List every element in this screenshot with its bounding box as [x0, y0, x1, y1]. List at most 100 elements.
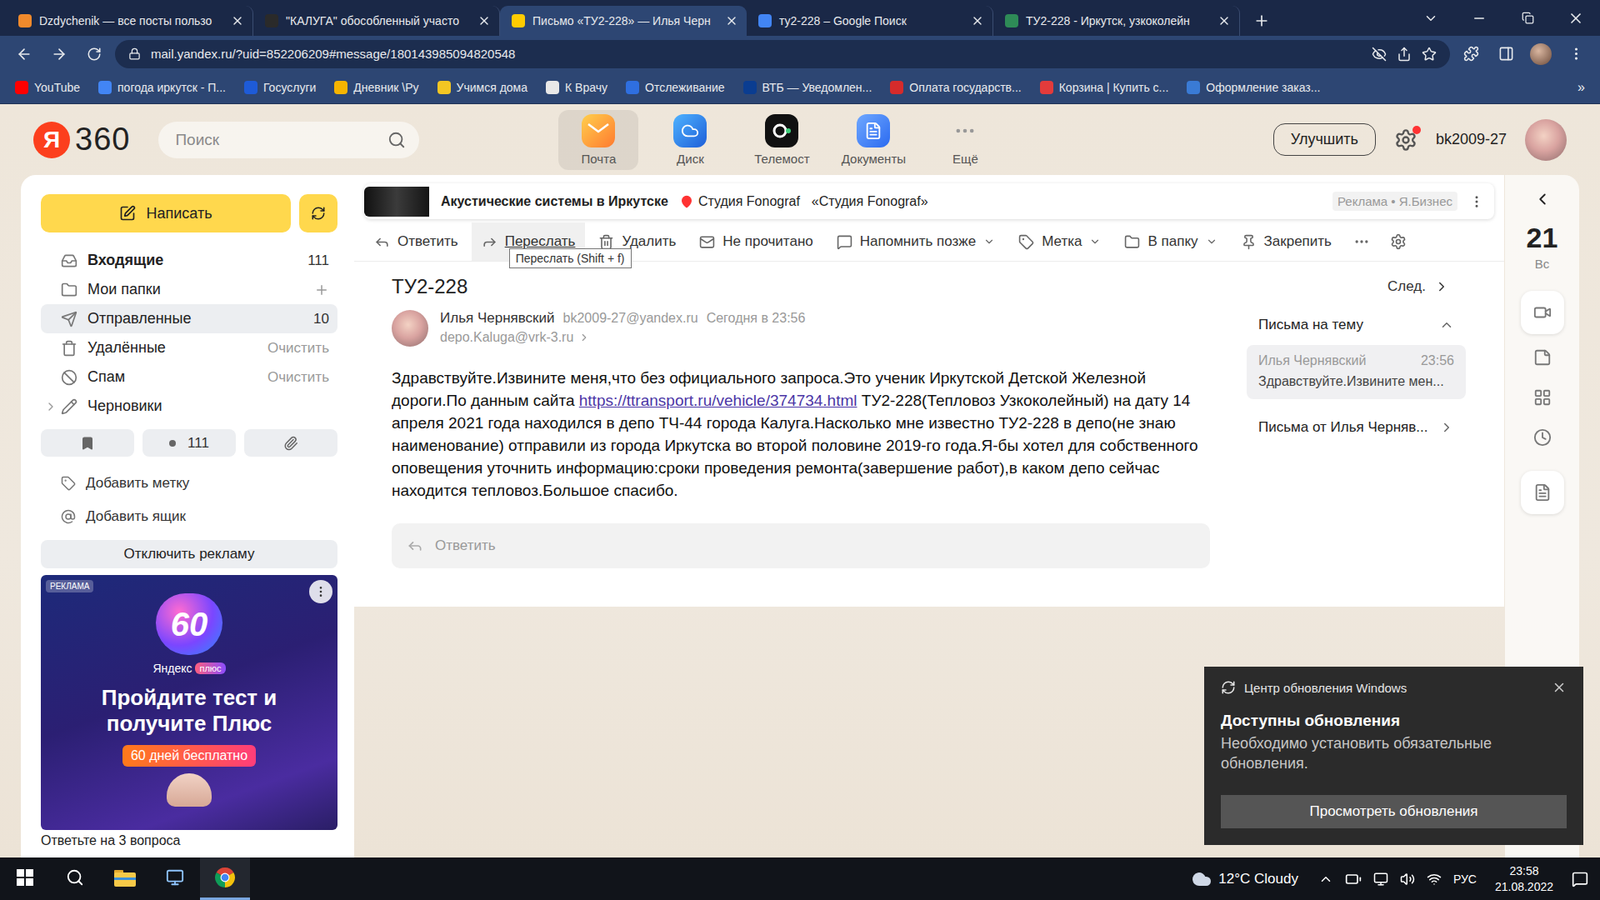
toolbar-button[interactable]: ПереслатьПереслать (Shift + f) — [471, 222, 586, 261]
ad-bar-menu[interactable] — [1469, 194, 1485, 210]
action-center[interactable] — [1571, 870, 1589, 888]
yandex-360-logo[interactable]: Я360 — [33, 121, 130, 159]
volume[interactable] — [1400, 871, 1415, 887]
toolbar-button[interactable]: Напомнить позже — [826, 222, 1005, 261]
browser-tab[interactable]: Письмо «ТУ2-228» — Илья Черн — [500, 5, 747, 36]
weather[interactable]: 12°C Cloudy — [1191, 869, 1299, 890]
add-label-link[interactable]: Добавить метку — [40, 466, 338, 500]
history-button[interactable] — [1524, 420, 1561, 455]
folder-item[interactable]: Мои папки — [40, 275, 338, 305]
refresh-button[interactable] — [299, 194, 338, 233]
thread-item[interactable]: Илья Чернявский23:56Здравствуйте.Извинит… — [1246, 345, 1466, 400]
search-field[interactable]: Поиск — [158, 121, 420, 159]
reload-button[interactable] — [80, 40, 109, 69]
restore-button[interactable] — [1503, 0, 1552, 36]
sender-avatar[interactable] — [391, 310, 429, 347]
search-icon[interactable] — [387, 130, 406, 150]
ad-banner[interactable]: РЕКЛАМА60ЯндексплюсПройдите тест и получ… — [40, 575, 338, 830]
quick-reply-field[interactable]: Ответить — [391, 523, 1210, 569]
folder-item[interactable]: СпамОчистить — [40, 362, 338, 392]
browser-tab[interactable]: ТУ2-228 - Иркутск, узкоколейн — [993, 5, 1240, 36]
bookmark[interactable]: Отслеживание — [625, 80, 725, 95]
browser-tab[interactable]: Dzdychenik — все посты пользо — [6, 5, 254, 36]
clear-action[interactable]: Очистить — [267, 340, 330, 357]
service-item[interactable]: Документы — [833, 110, 914, 170]
documents-button[interactable] — [1520, 470, 1565, 515]
toolbar-button[interactable]: В папку — [1114, 222, 1227, 261]
bookmark[interactable]: Госуслуги — [244, 80, 316, 95]
next-message-link[interactable]: След. — [1387, 278, 1450, 295]
app-button[interactable] — [150, 857, 200, 900]
display[interactable] — [1373, 871, 1389, 887]
sender-email[interactable]: bk2009-27@yandex.ru — [563, 310, 699, 326]
important-filter[interactable] — [40, 429, 135, 457]
share-icon[interactable] — [1396, 46, 1412, 62]
apps-button[interactable] — [1524, 380, 1561, 415]
add-mailbox-link[interactable]: Добавить ящик — [40, 500, 338, 534]
browser-tab[interactable]: ту2-228 – Google Поиск — [746, 5, 994, 36]
bookmark[interactable]: Корзина | Купить с... — [1040, 80, 1170, 95]
toolbar-button[interactable]: Метка — [1008, 222, 1111, 261]
address-bar[interactable]: mail.yandex.ru/?uid=852206209#message/18… — [115, 40, 1450, 69]
notes-button[interactable] — [1524, 340, 1561, 375]
expander[interactable] — [44, 400, 61, 414]
telemost-button[interactable] — [1520, 290, 1565, 335]
browser-tab[interactable]: "КАЛУГА" обособленный участо — [253, 5, 500, 36]
bookmarks-more[interactable]: » — [1577, 80, 1585, 95]
sender-name[interactable]: Илья Чернявский — [440, 310, 555, 327]
bookmark[interactable]: ВТБ — Уведомлен... — [743, 80, 873, 95]
bookmark[interactable]: Оплата государств... — [890, 80, 1021, 95]
collapse-button[interactable] — [1528, 185, 1557, 214]
bookmark[interactable]: Дневник \Ру — [334, 80, 419, 95]
letters-from-link[interactable]: Письма от Илья Черняв... — [1246, 419, 1466, 436]
profile-button[interactable] — [1526, 40, 1555, 69]
unread-filter[interactable]: 111 — [142, 429, 236, 457]
chrome-button[interactable] — [200, 857, 250, 900]
clock[interactable]: 23:5821.08.2022 — [1495, 863, 1554, 895]
more-button[interactable] — [1345, 222, 1379, 261]
close-icon[interactable] — [477, 14, 491, 28]
toolbar-settings-button[interactable] — [1381, 222, 1415, 261]
upgrade-button[interactable]: Улучшить — [1273, 123, 1376, 156]
taskbar-search[interactable] — [50, 857, 100, 900]
bookmark[interactable]: YouTube — [15, 80, 80, 95]
extensions-button[interactable] — [1456, 40, 1485, 69]
service-item[interactable]: Диск — [650, 110, 730, 170]
view-updates-button[interactable]: Просмотреть обновления — [1220, 795, 1567, 829]
menu-button[interactable] — [1561, 40, 1590, 69]
back-button[interactable] — [10, 40, 39, 69]
bookmark[interactable]: погода иркутск - П... — [98, 80, 226, 95]
folder-item[interactable]: Отправленные10 — [40, 304, 338, 334]
toolbar-button[interactable]: Закрепить — [1230, 222, 1342, 261]
tab-search-button[interactable] — [1406, 0, 1455, 36]
toolbar-button[interactable]: Не прочитано — [689, 222, 823, 261]
service-item[interactable]: Ещё — [925, 110, 1005, 170]
toolbar-button[interactable]: Ответить — [364, 222, 469, 261]
ad-bar[interactable]: Акустические системы в ИркутскеСтудия Fo… — [364, 183, 1495, 220]
service-item[interactable]: Почта — [558, 110, 639, 170]
new-tab-button[interactable] — [1246, 5, 1277, 36]
disable-ads-button[interactable]: Отключить рекламу — [40, 540, 338, 569]
thread-header[interactable]: Письма на тему — [1246, 316, 1466, 334]
recipient[interactable]: depo.Kaluga@vrk-3.ru — [440, 330, 805, 345]
folder-item[interactable]: УдалённыеОчистить — [40, 333, 338, 363]
close-icon[interactable] — [1217, 14, 1231, 28]
plus-icon[interactable] — [314, 282, 330, 298]
side-panel-button[interactable] — [1491, 40, 1520, 69]
calendar-day[interactable]: 21 — [1526, 223, 1559, 252]
body-link[interactable]: https://ttransport.ru/vehicle/374734.htm… — [579, 391, 858, 410]
tray-overflow[interactable] — [1318, 871, 1334, 887]
close-icon[interactable] — [230, 14, 245, 28]
clear-action[interactable]: Очистить — [267, 369, 330, 386]
close-window-button[interactable] — [1551, 0, 1600, 36]
start-button[interactable] — [0, 857, 50, 900]
star-icon[interactable] — [1421, 46, 1437, 62]
user-avatar[interactable] — [1525, 119, 1567, 161]
user-name[interactable]: bk2009-27 — [1435, 130, 1507, 149]
ad-menu-button[interactable] — [309, 580, 333, 604]
close-icon[interactable] — [970, 14, 985, 28]
battery[interactable] — [1345, 870, 1362, 888]
bookmark[interactable]: Оформление заказ... — [1186, 80, 1320, 95]
notification-close[interactable] — [1551, 680, 1567, 695]
forward-button[interactable] — [45, 40, 74, 69]
